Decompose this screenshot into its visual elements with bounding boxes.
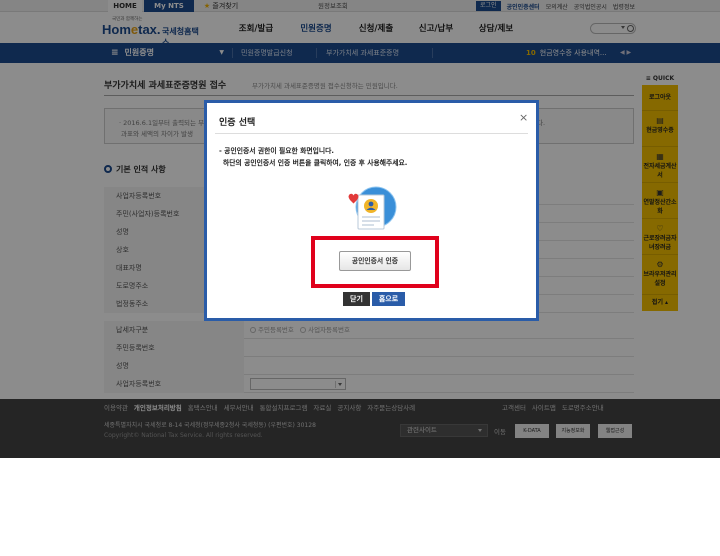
auth-select-modal: 인증 선택 × - 공인인증서 권한이 필요한 화면입니다. 하단의 공인인증서… [204, 100, 539, 321]
modal-message-1: - 공인인증서 권한이 필요한 화면입니다. [219, 147, 334, 155]
modal-title: 인증 선택 [219, 118, 256, 128]
close-icon[interactable]: × [519, 111, 528, 124]
cert-auth-button[interactable]: 공인인증서 인증 [339, 251, 411, 271]
hometax-page: HOME My NTS ★ 즐겨찾기 원정보조회 로그인 공인인증센터 모의계산… [0, 0, 720, 458]
home-button[interactable]: 홈으로 [372, 292, 405, 306]
modal-message-2: 하단의 공인인증서 인증 버튼을 클릭하여, 인증 후 사용해주세요. [223, 159, 408, 167]
certificate-illustration-icon [348, 186, 397, 230]
close-button[interactable]: 닫기 [343, 292, 370, 306]
modal-divider [215, 133, 528, 134]
